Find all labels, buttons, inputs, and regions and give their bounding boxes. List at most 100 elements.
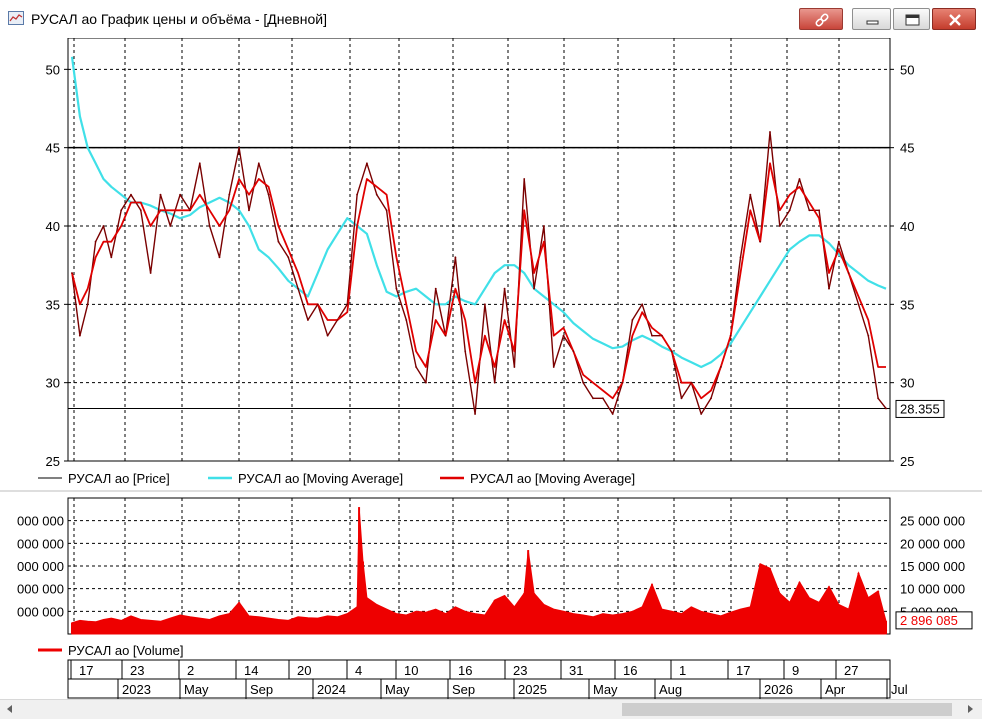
price-point xyxy=(660,334,663,337)
link-icon xyxy=(815,13,829,27)
price-point xyxy=(651,334,653,337)
close-icon xyxy=(949,14,961,26)
price-panel xyxy=(67,37,891,462)
price-point xyxy=(483,303,486,306)
price-point xyxy=(385,209,388,212)
scroll-right-button[interactable] xyxy=(962,702,978,717)
time-period-label: Sep xyxy=(250,682,273,697)
price-point xyxy=(503,287,506,290)
time-day-label: 14 xyxy=(244,663,258,678)
price-point xyxy=(523,178,526,180)
price-point xyxy=(307,319,309,321)
price-point xyxy=(287,256,290,259)
price-point xyxy=(346,303,349,306)
price-point xyxy=(749,193,752,196)
legend-label: РУСАЛ ао [Moving Average] xyxy=(238,471,403,486)
price-point xyxy=(415,366,417,368)
volume-y-tick-right: 25 000 000 xyxy=(900,514,965,529)
price-y-tick-left: 25 xyxy=(46,454,60,469)
time-day-label: 10 xyxy=(404,663,418,678)
price-point xyxy=(86,303,89,306)
price-y-tick-right: 50 xyxy=(900,62,914,77)
volume-y-tick-right: 15 000 000 xyxy=(900,559,965,574)
price-point xyxy=(867,334,870,337)
price-point xyxy=(700,413,703,415)
price-point xyxy=(778,225,781,227)
price-point xyxy=(444,334,447,337)
price-point xyxy=(130,193,132,196)
price-point xyxy=(198,162,201,165)
scroll-left-icon xyxy=(7,705,12,713)
price-point xyxy=(798,178,801,180)
price-point xyxy=(680,397,683,400)
volume-y-tick-left: 000 000 xyxy=(17,536,64,551)
price-point xyxy=(562,334,565,337)
time-day-label: 16 xyxy=(458,663,472,678)
link-button[interactable] xyxy=(799,8,843,30)
volume-y-tick-left: 000 000 xyxy=(17,559,64,574)
price-y-tick-right: 30 xyxy=(900,376,914,391)
price-point xyxy=(828,287,830,290)
price-point xyxy=(837,240,840,243)
time-day-label: 16 xyxy=(623,663,637,678)
price-point xyxy=(552,366,555,368)
legend-label: РУСАЛ ао [Volume] xyxy=(68,643,184,658)
chart-window-icon xyxy=(8,11,24,25)
price-point xyxy=(248,209,250,212)
price-point xyxy=(94,240,97,243)
price-point xyxy=(690,381,693,384)
price-point xyxy=(297,287,300,290)
price-point xyxy=(877,397,880,400)
price-point xyxy=(375,193,378,196)
maximize-icon xyxy=(905,14,920,26)
price-point xyxy=(238,146,241,149)
minimize-icon xyxy=(866,20,879,25)
time-day-label: 4 xyxy=(355,663,362,678)
horizontal-scrollbar[interactable] xyxy=(0,699,982,719)
close-button[interactable] xyxy=(932,8,976,30)
scroll-left-button[interactable] xyxy=(2,702,18,717)
price-point xyxy=(592,397,594,400)
minimize-button[interactable] xyxy=(852,8,891,30)
price-volume-chart[interactable]: 25 25 30 30 35 35 40 40 45 45 50 50 28.355 РУСАЛ ао [… xyxy=(0,37,982,699)
price-y-tick-left: 40 xyxy=(46,219,60,234)
price-point xyxy=(159,193,162,196)
price-point xyxy=(78,334,81,337)
price-y-tick-left: 35 xyxy=(46,297,60,312)
price-point xyxy=(208,225,211,227)
time-period-label: 2024 xyxy=(317,682,346,697)
volume-y-tick-right: 10 000 000 xyxy=(900,582,965,597)
time-day-label: 9 xyxy=(792,663,799,678)
price-y-tick-left: 50 xyxy=(46,62,60,77)
price-point xyxy=(218,256,221,259)
price-point xyxy=(572,350,575,353)
maximize-button[interactable] xyxy=(893,8,930,30)
price-point xyxy=(513,366,516,368)
price-point xyxy=(729,334,732,337)
price-point xyxy=(434,287,437,290)
time-period-label: Aug xyxy=(659,682,682,697)
price-point xyxy=(739,256,742,259)
price-point xyxy=(601,397,604,400)
price-point xyxy=(759,240,762,243)
price-point xyxy=(110,256,113,259)
price-point xyxy=(818,209,821,212)
price-point xyxy=(719,366,722,368)
title-bar: РУСАЛ ао График цены и объёма - [Дневной… xyxy=(0,0,982,38)
price-point xyxy=(857,303,860,306)
time-period-label: May xyxy=(184,682,209,697)
time-day-label: 27 xyxy=(844,663,858,678)
window-title: РУСАЛ ао График цены и объёма - [Дневной… xyxy=(31,11,327,27)
time-period-label: May xyxy=(385,682,410,697)
price-point xyxy=(425,381,427,384)
price-point xyxy=(395,287,398,290)
price-point xyxy=(670,350,673,353)
price-point xyxy=(149,272,152,274)
time-period-label: Apr xyxy=(825,682,846,697)
time-day-label: 23 xyxy=(513,663,527,678)
scroll-thumb[interactable] xyxy=(622,703,952,716)
volume-y-tick-right: 20 000 000 xyxy=(900,536,965,551)
time-period-label: Jul xyxy=(891,682,908,697)
chart-area[interactable]: 25 25 30 30 35 35 40 40 45 45 50 50 28.355 РУСАЛ ао [… xyxy=(0,37,982,699)
price-point xyxy=(710,397,712,400)
